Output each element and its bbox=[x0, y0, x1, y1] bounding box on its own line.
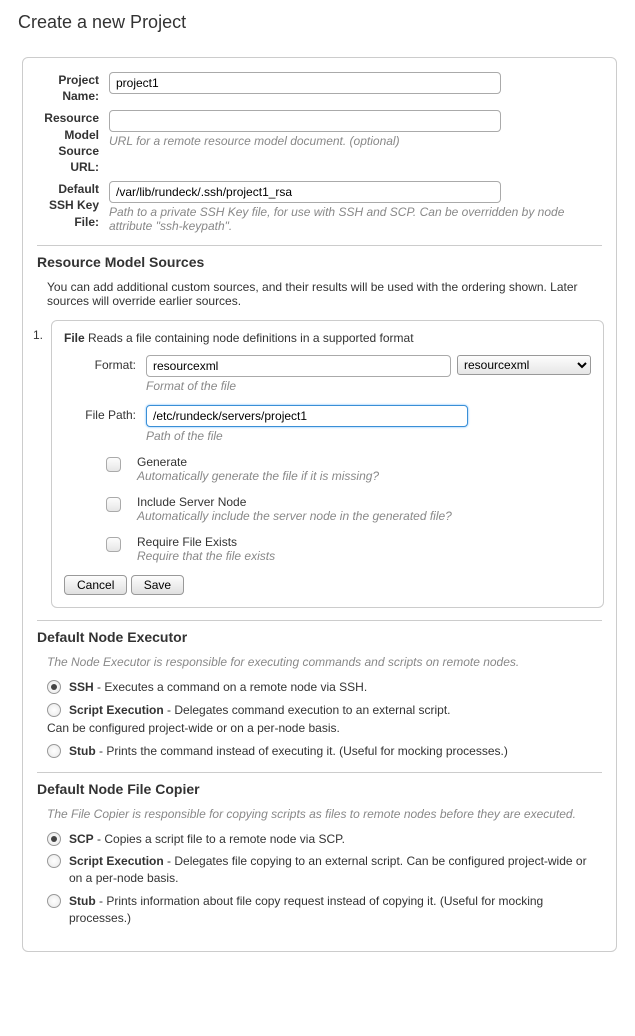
ssh-key-label: Default SSH Key File: bbox=[37, 181, 109, 230]
ssh-key-input[interactable] bbox=[109, 181, 501, 203]
form-container: Project Name: Resource Model Source URL:… bbox=[22, 57, 617, 952]
executor-ssh-radio[interactable] bbox=[47, 680, 61, 694]
format-input[interactable] bbox=[146, 355, 451, 377]
project-name-input[interactable] bbox=[109, 72, 501, 94]
divider bbox=[37, 245, 602, 246]
copier-script-text: Script Execution - Delegates file copyin… bbox=[69, 853, 592, 887]
executor-script-radio[interactable] bbox=[47, 703, 61, 717]
require-file-checkbox[interactable] bbox=[106, 537, 121, 552]
copier-desc: The File Copier is responsible for copyi… bbox=[47, 807, 592, 821]
copier-stub-radio[interactable] bbox=[47, 894, 61, 908]
executor-stub-text: Stub - Prints the command instead of exe… bbox=[69, 743, 592, 760]
file-path-input[interactable] bbox=[146, 405, 468, 427]
source-type-desc: Reads a file containing node definitions… bbox=[88, 331, 414, 345]
source-type-label: File bbox=[64, 331, 85, 345]
source-index: 1. bbox=[23, 320, 51, 342]
cancel-button[interactable]: Cancel bbox=[64, 575, 127, 595]
generate-checkbox[interactable] bbox=[106, 457, 121, 472]
divider bbox=[37, 772, 602, 773]
resource-url-label: Resource Model Source URL: bbox=[37, 110, 109, 175]
executor-desc: The Node Executor is responsible for exe… bbox=[47, 655, 592, 669]
executor-script-text: Script Execution - Delegates command exe… bbox=[69, 702, 592, 719]
executor-stub-radio[interactable] bbox=[47, 744, 61, 758]
include-server-help: Automatically include the server node in… bbox=[137, 509, 452, 523]
file-path-label: File Path: bbox=[64, 405, 146, 422]
executor-script-extra: Can be configured project-wide or on a p… bbox=[47, 721, 592, 735]
source-box: File Reads a file containing node defini… bbox=[51, 320, 604, 608]
copier-heading: Default Node File Copier bbox=[37, 781, 602, 797]
format-select[interactable]: resourcexml bbox=[457, 355, 591, 375]
ssh-key-help: Path to a private SSH Key file, for use … bbox=[109, 205, 602, 233]
file-path-help: Path of the file bbox=[146, 429, 591, 443]
project-name-label: Project Name: bbox=[37, 72, 109, 104]
format-label: Format: bbox=[64, 355, 146, 372]
page-title: Create a new Project bbox=[18, 12, 617, 33]
copier-scp-text: SCP - Copies a script file to a remote n… bbox=[69, 831, 592, 848]
rms-desc: You can add additional custom sources, a… bbox=[47, 280, 592, 308]
save-button[interactable]: Save bbox=[131, 575, 184, 595]
resource-url-help: URL for a remote resource model document… bbox=[109, 134, 602, 148]
executor-heading: Default Node Executor bbox=[37, 629, 602, 645]
source-header: File Reads a file containing node defini… bbox=[64, 331, 591, 345]
rms-heading: Resource Model Sources bbox=[37, 254, 602, 270]
require-file-label: Require File Exists bbox=[137, 535, 275, 549]
include-server-checkbox[interactable] bbox=[106, 497, 121, 512]
generate-help: Automatically generate the file if it is… bbox=[137, 469, 379, 483]
copier-scp-radio[interactable] bbox=[47, 832, 61, 846]
copier-stub-text: Stub - Prints information about file cop… bbox=[69, 893, 592, 927]
copier-script-radio[interactable] bbox=[47, 854, 61, 868]
divider bbox=[37, 620, 602, 621]
generate-label: Generate bbox=[137, 455, 379, 469]
include-server-label: Include Server Node bbox=[137, 495, 452, 509]
executor-ssh-text: SSH - Executes a command on a remote nod… bbox=[69, 679, 592, 696]
format-help: Format of the file bbox=[146, 379, 591, 393]
resource-url-input[interactable] bbox=[109, 110, 501, 132]
require-file-help: Require that the file exists bbox=[137, 549, 275, 563]
